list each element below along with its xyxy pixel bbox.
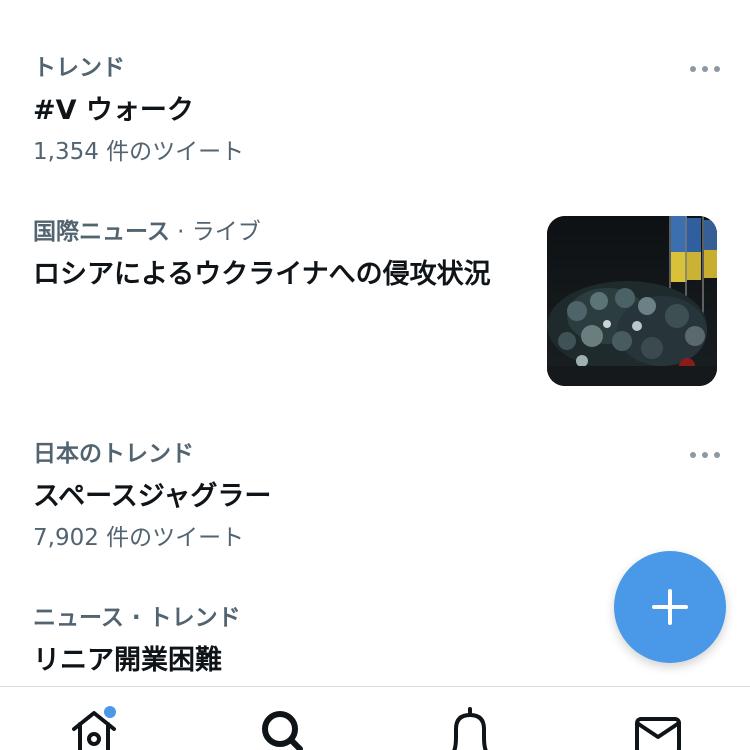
tab-messages[interactable] bbox=[630, 707, 686, 750]
trend-context: トレンド bbox=[33, 55, 125, 81]
trend-context: 日本のトレンド bbox=[33, 441, 194, 467]
trend-item[interactable]: トレンド #V ウォーク 1,354 件のツイート bbox=[33, 54, 720, 166]
more-options-icon[interactable] bbox=[690, 64, 720, 74]
bottom-tab-bar bbox=[0, 686, 750, 750]
mail-icon bbox=[635, 717, 681, 750]
more-options-icon[interactable] bbox=[690, 450, 720, 460]
trend-tweet-count: 7,902 件のツイート bbox=[33, 525, 245, 551]
search-icon bbox=[262, 711, 303, 750]
compose-tweet-button[interactable] bbox=[614, 551, 726, 663]
trend-title: ロシアによるウクライナへの侵攻状況 bbox=[33, 259, 491, 290]
news-photo bbox=[547, 216, 717, 386]
trend-context: 国際ニュース · ライブ bbox=[33, 219, 261, 245]
tab-notifications[interactable] bbox=[442, 707, 498, 750]
trend-item[interactable]: 日本のトレンド スペースジャグラー 7,902 件のツイート bbox=[33, 440, 720, 552]
bell-icon bbox=[452, 707, 488, 750]
news-thumbnail[interactable] bbox=[547, 216, 717, 386]
notification-dot bbox=[104, 706, 116, 718]
trend-title: リニア開業困難 bbox=[33, 645, 222, 676]
trend-title: スペースジャグラー bbox=[33, 481, 272, 512]
plus-icon bbox=[652, 589, 688, 625]
trend-title: #V ウォーク bbox=[33, 95, 194, 126]
trend-tweet-count: 1,354 件のツイート bbox=[33, 139, 245, 165]
trend-item[interactable]: 国際ニュース · ライブ ロシアによるウクライナへの侵攻状況 bbox=[33, 218, 510, 292]
tab-search[interactable] bbox=[254, 707, 310, 750]
